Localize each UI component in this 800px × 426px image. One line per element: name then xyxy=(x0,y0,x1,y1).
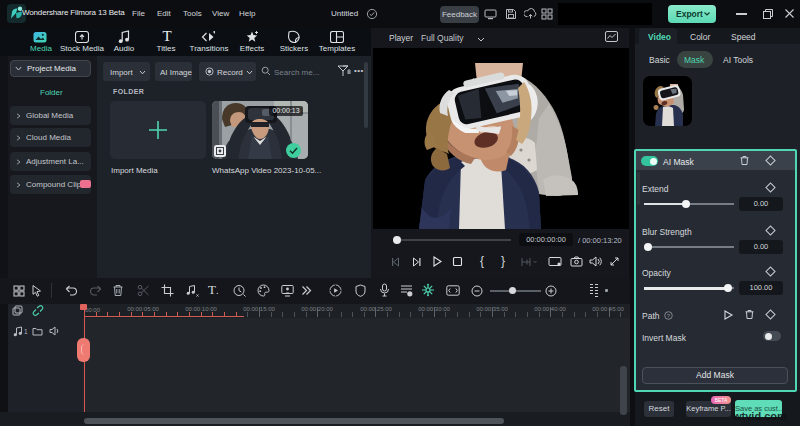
svg-text:?: ? xyxy=(667,313,671,319)
